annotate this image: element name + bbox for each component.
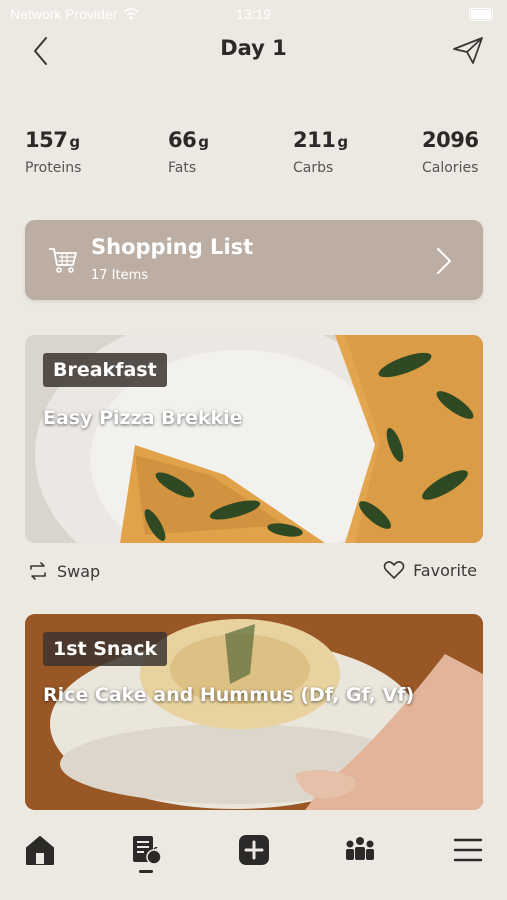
macro-value: 211 xyxy=(293,128,336,152)
meal-tag: Breakfast xyxy=(43,353,167,387)
battery-icon xyxy=(469,8,493,21)
swap-label: Swap xyxy=(57,561,101,581)
meal-card-snack[interactable]: 1st Snack Rice Cake and Hummus (Df, Gf, … xyxy=(25,614,483,810)
shopping-list-card[interactable]: Shopping List 17 Items xyxy=(25,220,483,300)
meal-tag: 1st Snack xyxy=(43,632,168,666)
macro-unit: g xyxy=(69,133,81,151)
tab-home[interactable] xyxy=(22,832,58,868)
status-bar: Network Provider 13:19 xyxy=(0,0,507,28)
shopping-list-title: Shopping List xyxy=(91,235,254,259)
macro-unit: g xyxy=(337,133,349,151)
meal-card-breakfast[interactable]: Breakfast Easy Pizza Brekkie xyxy=(25,335,483,543)
menu-icon xyxy=(453,838,483,862)
community-icon xyxy=(346,837,374,860)
macro-label: Fats xyxy=(168,160,197,176)
header: Day 1 xyxy=(0,30,507,70)
cart-icon xyxy=(49,248,77,273)
macro-calories: 2096 Calories xyxy=(422,128,480,176)
bottom-tab-bar xyxy=(0,810,507,900)
favorite-button[interactable]: Favorite xyxy=(383,560,477,580)
page-title: Day 1 xyxy=(220,36,287,60)
swap-button[interactable]: Swap xyxy=(27,560,100,582)
macro-fats: 66 g Fats xyxy=(168,128,209,176)
swap-icon xyxy=(30,562,46,580)
macro-label: Proteins xyxy=(25,160,82,176)
favorite-label: Favorite xyxy=(413,560,477,580)
send-icon xyxy=(453,37,483,64)
macro-summary: 157 g Proteins 66 g Fats 211 g Carbs 2096 C… xyxy=(0,128,507,188)
meal-plan-icon xyxy=(133,836,162,865)
tab-meal-plan[interactable] xyxy=(128,832,164,868)
macro-value: 2096 xyxy=(422,128,479,152)
active-tab-indicator xyxy=(139,870,153,873)
tab-menu[interactable] xyxy=(450,832,486,868)
meal-name: Easy Pizza Brekkie xyxy=(43,407,243,429)
macro-unit: g xyxy=(198,133,209,151)
macro-value: 66 xyxy=(168,128,197,152)
macro-label: Carbs xyxy=(293,160,334,176)
tab-add[interactable] xyxy=(236,832,272,868)
add-icon xyxy=(239,835,269,865)
macro-carbs: 211 g Carbs xyxy=(293,128,348,176)
meal-name: Rice Cake and Hummus (Df, Gf, Vf) xyxy=(43,684,415,706)
heart-icon xyxy=(383,561,405,579)
shopping-list-count: 17 Items xyxy=(91,268,149,283)
macro-label: Calories xyxy=(422,160,479,176)
home-icon xyxy=(26,836,54,865)
chevron-right-icon xyxy=(437,248,451,274)
tab-community[interactable] xyxy=(342,832,378,868)
macro-proteins: 157 g Proteins xyxy=(25,128,81,176)
macro-value: 157 xyxy=(25,128,68,152)
share-button[interactable] xyxy=(451,34,485,66)
status-time: 13:19 xyxy=(235,6,272,22)
meal-actions: Swap Favorite xyxy=(25,558,483,588)
